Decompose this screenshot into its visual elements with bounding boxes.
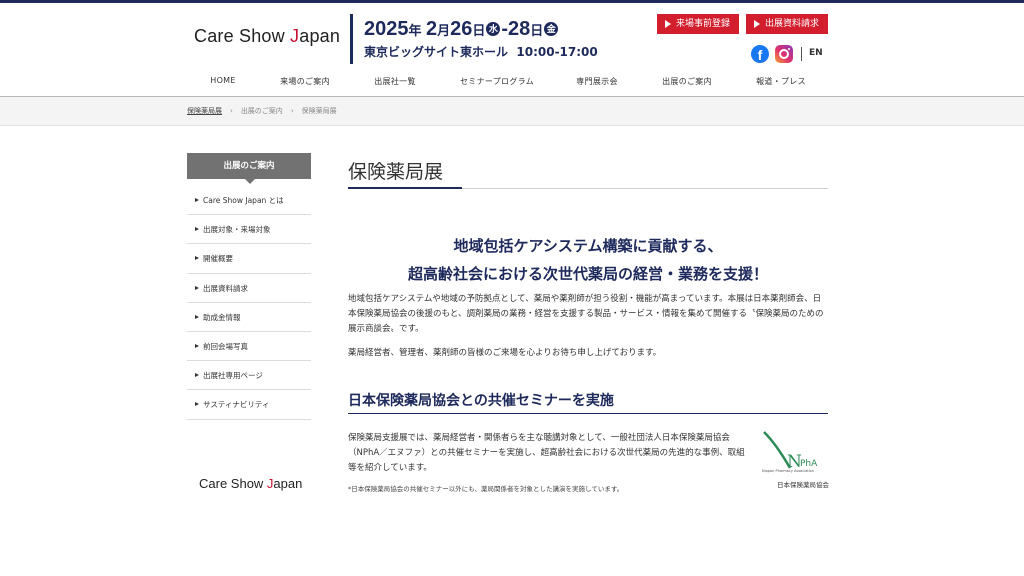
breadcrumb-level2[interactable]: 出展のご案内: [241, 107, 283, 115]
sidebar-item-photos[interactable]: 前回会場写真: [187, 332, 311, 362]
date-divider: [350, 14, 353, 64]
header-separator: [801, 47, 802, 61]
breadcrumb-bar: [0, 97, 1024, 126]
venue-name: 東京ビッグサイト東ホール: [364, 45, 509, 59]
sidebar-item-exhibitor-page[interactable]: 出展社専用ページ: [187, 361, 311, 391]
weekday-end-badge: 金: [544, 22, 559, 36]
sidebar-heading: 出展のご案内: [187, 153, 311, 184]
sidebar-logo-text-rest: apan: [273, 476, 303, 491]
sidebar-item-subsidy[interactable]: 助成金情報: [187, 303, 311, 332]
seminar-paragraph: 保険薬局支援展では、薬局経営者・関係者らを主な聴講対象として、一般社団法人日本保…: [348, 433, 745, 473]
sidebar-menu: Care Show Japan とは 出展対象・来場対象 開催概要 出展資料請求…: [187, 186, 311, 420]
logo-j: J: [290, 26, 300, 46]
sidebar-item-targets[interactable]: 出展対象・来場対象: [187, 215, 311, 245]
sidebar-item-overview[interactable]: 開催概要: [187, 244, 311, 274]
breadcrumb-home[interactable]: 保険薬局展: [187, 107, 222, 115]
event-month: 2: [425, 18, 438, 40]
breadcrumb-separator: ›: [290, 107, 294, 115]
sidebar-logo[interactable]: Care Show Japan: [199, 476, 302, 491]
visitor-registration-button[interactable]: 来場事前登録: [657, 14, 739, 34]
lead-heading: 地域包括ケアシステム構築に貢献する、 超高齢社会における次世代薬局の経営・業務を…: [348, 232, 828, 288]
nph-tagline: Nippon Pharmacy Association: [762, 469, 814, 473]
breadcrumb: 保険薬局展 › 出展のご案内 › 保険薬局展: [187, 106, 337, 116]
intro-paragraph: 地域包括ケアシステムや地域の予防拠点として、薬局や薬剤師が担う役割・機能が高まっ…: [348, 294, 824, 334]
nav-press[interactable]: 報道・プレス: [756, 76, 806, 87]
sidebar-item-sustainability[interactable]: サスティナビリティ: [187, 390, 311, 420]
nav-special-exhibitions[interactable]: 専門展示会: [576, 76, 618, 87]
nav-visitor-info[interactable]: 来場のご案内: [280, 76, 330, 87]
language-switch-en[interactable]: EN: [809, 48, 823, 58]
exhibitor-docs-button[interactable]: 出展資料請求: [746, 14, 828, 34]
weekday-start-badge: 水: [486, 22, 501, 36]
sidebar-item-about[interactable]: Care Show Japan とは: [187, 186, 311, 216]
nph-caption: 日本保険薬局協会: [777, 481, 829, 489]
seminar-note: *日本保険薬局協会の共催セミナー以外にも、薬局関係者を対象とした講演を実施してい…: [348, 485, 624, 493]
breadcrumb-current: 保険薬局展: [301, 107, 337, 115]
sidebar-item-docs-request[interactable]: 出展資料請求: [187, 274, 311, 303]
site-logo[interactable]: Care Show Japan: [194, 26, 340, 47]
page-title: 保険薬局展: [348, 161, 444, 183]
logo-text-rest: apan: [299, 26, 341, 46]
event-hours: 10:00-17:00: [516, 45, 598, 59]
facebook-icon[interactable]: f: [751, 45, 769, 63]
year-suffix: 年: [408, 23, 422, 38]
event-day-start: 26: [450, 18, 473, 40]
nav-exhibitor-info[interactable]: 出展のご案内: [662, 76, 712, 87]
lead-line-2: 超高齢社会における次世代薬局の経営・業務を支援！: [407, 265, 768, 283]
event-day-end: 28: [508, 18, 531, 40]
breadcrumb-separator: ›: [230, 107, 233, 115]
event-dates: 2025年 2月26日水 -28日金: [364, 18, 559, 41]
nav-seminar-program[interactable]: セミナープログラム: [460, 76, 534, 87]
day-suffix-start: 日: [472, 23, 486, 38]
main-nav: HOME 来場のご案内 出展社一覧 セミナープログラム 専門展示会 出展のご案内…: [186, 76, 830, 90]
lead-line-1: 地域包括ケアシステム構築に貢献する、: [453, 237, 723, 255]
top-accent-line: [0, 0, 1024, 3]
day-suffix-end: 日: [530, 23, 544, 38]
nav-exhibitor-list[interactable]: 出展社一覧: [374, 76, 416, 87]
logo-text: Care Show: [194, 26, 291, 46]
sidebar-logo-text: Care Show: [199, 476, 267, 491]
section-rule: [348, 413, 828, 414]
nav-home[interactable]: HOME: [210, 76, 235, 85]
title-rule-accent: [348, 187, 462, 189]
month-suffix: 月: [437, 23, 451, 38]
welcome-paragraph: 薬局経営者、管理者、薬剤師の皆様のご来場を心よりお待ち申し上げております。: [348, 348, 662, 358]
event-year: 2025: [364, 18, 409, 40]
section-heading: 日本保険薬局協会との共催セミナーを実施: [348, 393, 614, 409]
nph-text: PhA: [800, 459, 818, 469]
event-venue: 東京ビッグサイト東ホール 10:00-17:00: [364, 43, 598, 60]
instagram-icon[interactable]: [775, 45, 793, 63]
